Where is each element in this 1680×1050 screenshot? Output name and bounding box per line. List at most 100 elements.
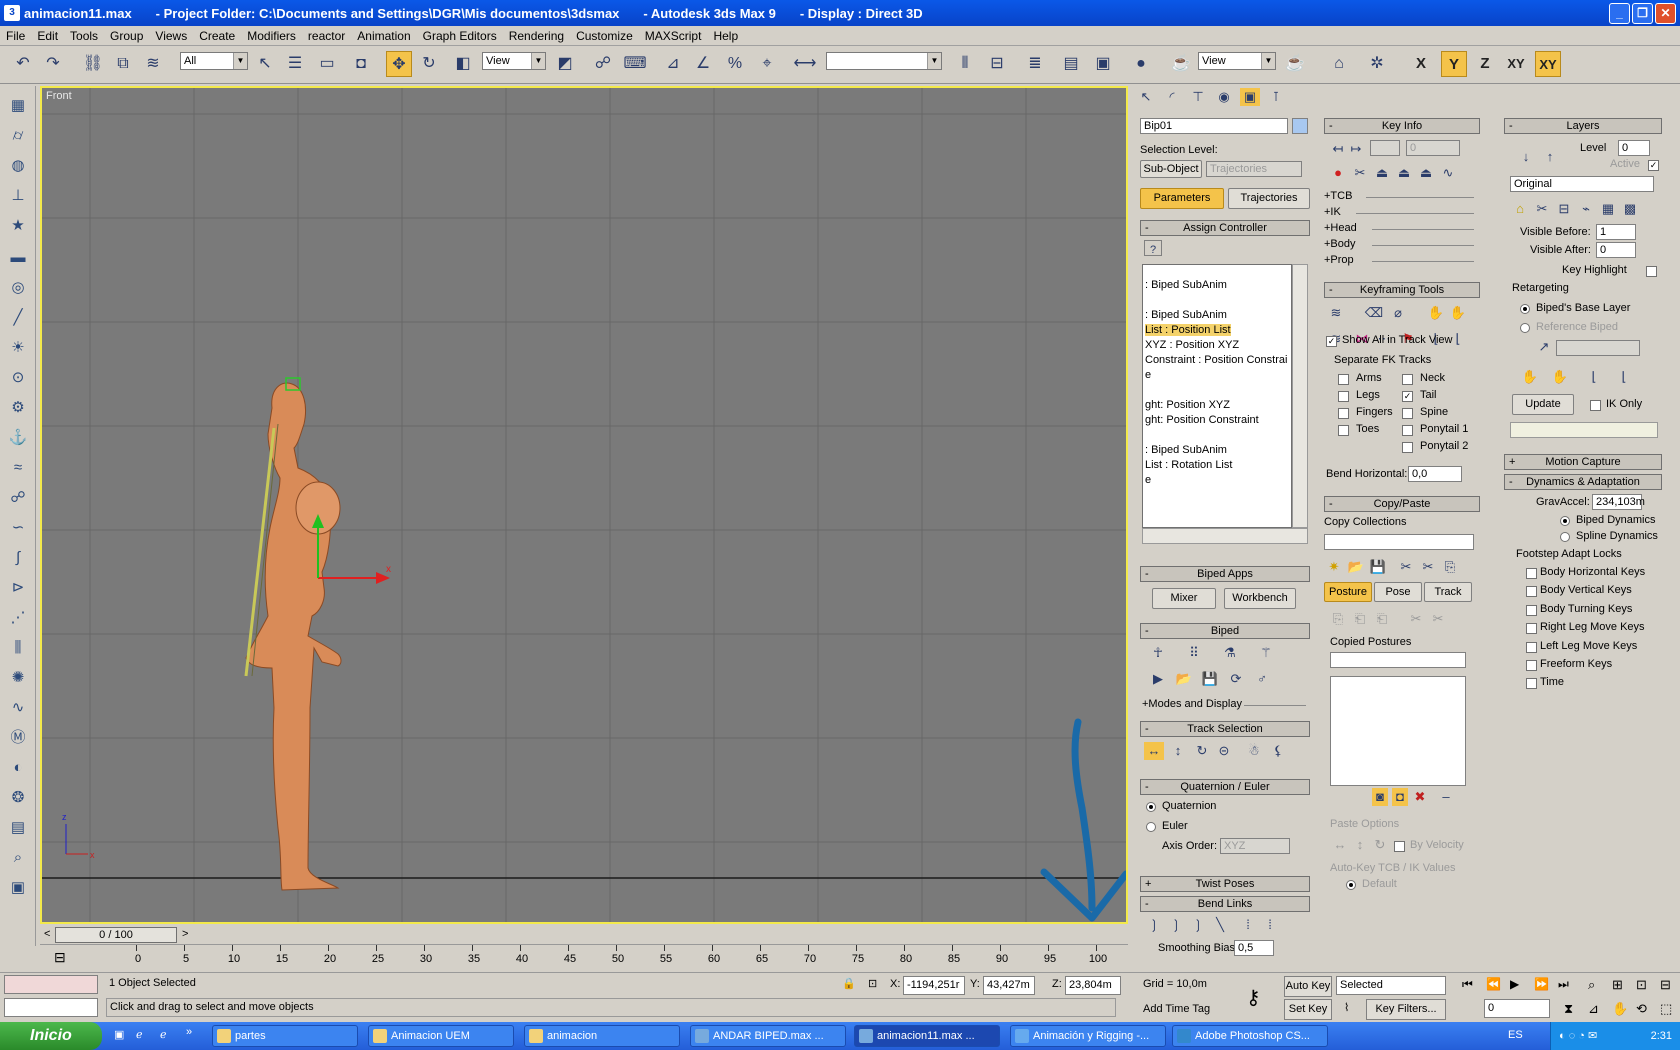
- retarget-left-icon[interactable]: ✋: [1520, 368, 1540, 386]
- assign-controller-icon[interactable]: ?: [1144, 240, 1162, 256]
- trajectories-icon[interactable]: ∿: [1438, 164, 1458, 182]
- list-item[interactable]: : Biped SubAnim: [1145, 279, 1227, 291]
- bind-spacewarp-icon[interactable]: ≋: [140, 51, 166, 77]
- menu-tools[interactable]: Tools: [64, 29, 104, 43]
- z-coord-field[interactable]: 23,804m: [1065, 976, 1121, 995]
- key-mode-dropdown[interactable]: Selected: [1336, 976, 1446, 995]
- controller-list-scrollbar[interactable]: [1292, 264, 1308, 528]
- task-button[interactable]: Animación y Rigging -...: [1010, 1025, 1166, 1047]
- create-text-icon[interactable]: ▬: [6, 246, 30, 270]
- modify-tab-icon[interactable]: ◜: [1162, 88, 1182, 106]
- biped-playback-icon[interactable]: ▶: [1148, 670, 1168, 688]
- close-button[interactable]: ✕: [1655, 3, 1676, 24]
- key-highlight-checkbox[interactable]: [1646, 266, 1657, 277]
- copy-posture-icon[interactable]: ⎘: [1328, 610, 1348, 628]
- rollout-keyframing-tools[interactable]: - Keyframing Tools: [1324, 282, 1480, 298]
- snaps-toggle-icon[interactable]: ⊿: [660, 51, 686, 77]
- auto-snapshot-icon[interactable]: ◘: [1392, 788, 1408, 806]
- body-rotation-icon[interactable]: ↻: [1192, 742, 1212, 760]
- bend-links-icon[interactable]: ❳: [1144, 916, 1164, 934]
- default-radio[interactable]: [1346, 880, 1356, 890]
- mirror-hand2-icon[interactable]: ✋: [1448, 304, 1468, 322]
- spline-dynamics-radio[interactable]: [1560, 532, 1570, 542]
- zoom-extents-icon[interactable]: ⊡: [1636, 977, 1647, 993]
- axis-x-button[interactable]: X: [1408, 51, 1434, 77]
- modifier-noise-icon[interactable]: ⋰: [6, 606, 30, 630]
- field-of-view-icon[interactable]: ⊿: [1588, 1001, 1599, 1017]
- list-item[interactable]: List : Rotation List: [1145, 459, 1232, 471]
- menu-maxscript[interactable]: MAXScript: [639, 29, 708, 43]
- menu-help[interactable]: Help: [707, 29, 744, 43]
- tab-posture[interactable]: Posture: [1324, 582, 1372, 602]
- utilities-tab-icon[interactable]: ⊺: [1266, 88, 1286, 106]
- quaternion-radio[interactable]: [1146, 802, 1156, 812]
- retarget-right-icon[interactable]: ✋: [1550, 368, 1570, 386]
- task-button[interactable]: partes: [212, 1025, 358, 1047]
- ik-only-checkbox[interactable]: [1590, 400, 1601, 411]
- next-frame-icon[interactable]: >: [182, 928, 188, 940]
- rollout-bend-links[interactable]: - Bend Links: [1140, 896, 1310, 912]
- delete-layer-icon[interactable]: ✂: [1532, 200, 1552, 218]
- opposite-icon[interactable]: ⚸: [1268, 742, 1288, 760]
- restore-button[interactable]: ❐: [1632, 3, 1653, 24]
- hierarchy-tab-icon[interactable]: ⊤: [1188, 88, 1208, 106]
- list-item[interactable]: List : Position List: [1145, 324, 1231, 336]
- search-icon[interactable]: ⌕: [6, 846, 30, 870]
- prev-key-icon[interactable]: ⏪: [1486, 977, 1501, 991]
- open-collection-icon[interactable]: 📂: [1346, 558, 1366, 576]
- smooth-twist-icon[interactable]: ╲: [1210, 916, 1230, 934]
- tab-pose[interactable]: Pose: [1374, 582, 1422, 602]
- move-all-mode-icon[interactable]: ♂: [1252, 670, 1272, 688]
- create-plane-icon[interactable]: ⊥: [6, 184, 30, 208]
- menu-group[interactable]: Group: [104, 29, 149, 43]
- new-collection-icon[interactable]: ✷: [1324, 558, 1344, 576]
- modifier-mesh-icon[interactable]: ✺: [6, 666, 30, 690]
- ie-icon[interactable]: ℯ: [136, 1028, 143, 1041]
- legs-checkbox[interactable]: [1338, 391, 1349, 402]
- task-button[interactable]: Animacion UEM: [368, 1025, 514, 1047]
- delete-all-icon[interactable]: ✂: [1418, 558, 1438, 576]
- spine-checkbox[interactable]: [1402, 408, 1413, 419]
- layer-name-field[interactable]: Original: [1510, 176, 1654, 192]
- start-button[interactable]: Inicio: [0, 1022, 102, 1050]
- create-line-icon[interactable]: ╱: [6, 306, 30, 330]
- tab-trajectories[interactable]: Trajectories: [1228, 188, 1310, 209]
- menu-modifiers[interactable]: Modifiers: [241, 29, 302, 43]
- lock-checkbox[interactable]: [1526, 623, 1537, 634]
- smoothing-bias-field[interactable]: 0,5: [1234, 940, 1274, 956]
- modifier-wave-icon[interactable]: ∿: [6, 696, 30, 720]
- show-all-checkbox[interactable]: ✓: [1326, 336, 1337, 347]
- next-key-icon[interactable]: ⏩: [1534, 977, 1549, 991]
- save-layer-icon[interactable]: ▩: [1620, 200, 1640, 218]
- key-time-field[interactable]: 0: [1406, 140, 1460, 156]
- rollout-layers[interactable]: - Layers: [1504, 118, 1662, 134]
- create-box-icon[interactable]: ▦: [6, 94, 30, 118]
- object-color-swatch[interactable]: [1292, 118, 1308, 134]
- tab-track[interactable]: Track: [1424, 582, 1472, 602]
- select-rotate-icon[interactable]: ↻: [416, 51, 442, 77]
- set-key-button[interactable]: Set Key: [1284, 999, 1332, 1020]
- create-cylinder-icon[interactable]: ⌭: [6, 124, 30, 148]
- mixer-button[interactable]: Mixer: [1152, 588, 1216, 609]
- create-light-icon[interactable]: ☀: [6, 336, 30, 360]
- twist-individual-icon[interactable]: ❳: [1188, 916, 1208, 934]
- key-filters-button[interactable]: Key Filters...: [1366, 999, 1446, 1020]
- spinner-snap-icon[interactable]: ⌖: [754, 51, 780, 77]
- twist-links-icon[interactable]: ❳: [1166, 916, 1186, 934]
- goto-end-icon[interactable]: ⏭: [1558, 977, 1569, 992]
- select-object-icon[interactable]: ↖: [252, 51, 278, 77]
- task-button[interactable]: animacion11.max ...: [854, 1025, 1000, 1047]
- task-button[interactable]: Adobe Photoshop CS...: [1172, 1025, 1328, 1047]
- collapse-layer-icon[interactable]: ⊟: [1554, 200, 1574, 218]
- tcb-rollout[interactable]: +TCB: [1324, 190, 1352, 202]
- controller-list-hscrollbar[interactable]: [1142, 528, 1308, 544]
- goto-start-icon[interactable]: ⏮: [1462, 977, 1473, 992]
- motion-tab-icon[interactable]: ◉: [1214, 88, 1234, 106]
- layer-up-icon[interactable]: ↑: [1540, 148, 1560, 166]
- max-load-icon[interactable]: ⎘: [1440, 558, 1460, 576]
- mirror-icon[interactable]: ⫴: [952, 51, 978, 77]
- task-button[interactable]: animacion: [524, 1025, 680, 1047]
- set-key-dot-icon[interactable]: ●: [1328, 164, 1348, 182]
- particle-icon[interactable]: ✲: [1364, 51, 1390, 77]
- play-icon[interactable]: ▶: [1510, 977, 1519, 991]
